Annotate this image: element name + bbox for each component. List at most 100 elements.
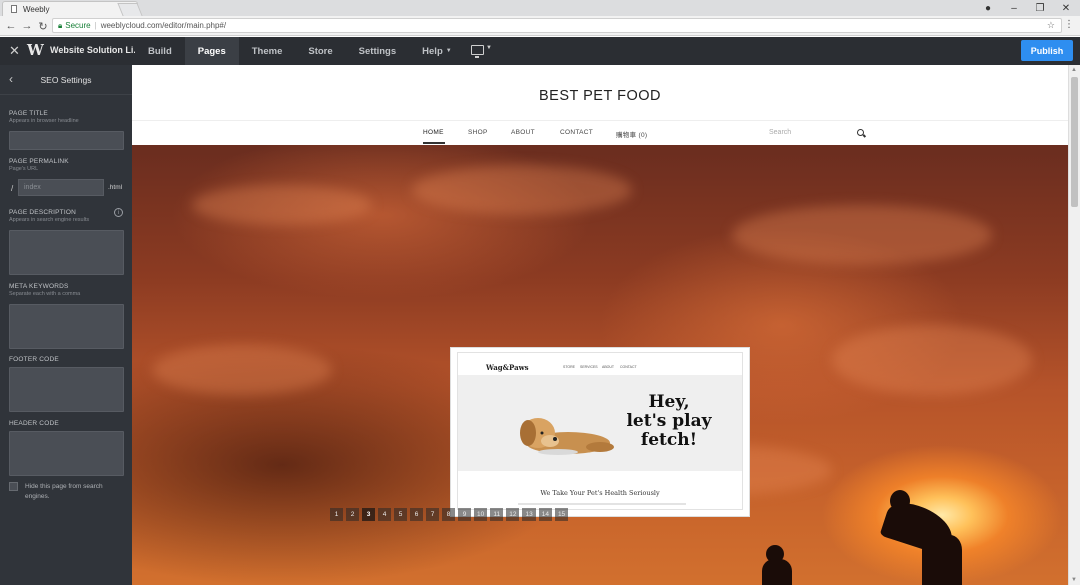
preview-scrollbar[interactable]: ▲ ▼ <box>1068 65 1080 585</box>
publish-button[interactable]: Publish <box>1021 40 1073 61</box>
weebly-logo-icon: W <box>27 41 44 59</box>
bookmark-star-icon[interactable]: ☆ <box>1047 20 1055 31</box>
pager-button-5[interactable]: 5 <box>394 508 407 521</box>
pager-button-7[interactable]: 7 <box>426 508 439 521</box>
close-window-icon[interactable]: ✕ <box>1053 0 1079 16</box>
site-nav-contact[interactable]: CONTACT <box>560 129 593 136</box>
hide-page-label: Hide this page from search engines. <box>25 483 103 500</box>
pager-button-8[interactable]: 8 <box>442 508 455 521</box>
permalink-hint: Page's URL <box>9 166 39 172</box>
slide-nav-item: STORE <box>563 365 575 369</box>
tab-store[interactable]: Store <box>295 37 345 65</box>
back-arrow-icon[interactable]: ← <box>4 18 18 34</box>
site-name[interactable]: Website Solution Li... <box>50 45 135 55</box>
pager-button-4[interactable]: 4 <box>378 508 391 521</box>
pager-button-12[interactable]: 12 <box>506 508 520 521</box>
minimize-icon[interactable]: – <box>1001 0 1027 16</box>
slide-pager: 1 2 3 4 5 6 7 8 9 10 11 12 13 14 15 <box>330 508 569 521</box>
slide-nav-item: ABOUT <box>602 365 615 369</box>
tab-help[interactable]: Help ▼ <box>409 37 465 65</box>
header-code-textarea[interactable] <box>9 431 124 476</box>
pager-button-1[interactable]: 1 <box>330 508 343 521</box>
slide-nav-item: SERVICES <box>580 365 598 369</box>
slide-thumbnail[interactable]: Wag&Paws STORE SERVICES ABOUT CONTACT He… <box>450 347 750 517</box>
page-title-input[interactable] <box>9 131 124 150</box>
pager-button-10[interactable]: 10 <box>474 508 488 521</box>
page-title-label: PAGE TITLE <box>9 110 48 117</box>
permalink-slash: / <box>11 184 14 193</box>
tab-settings[interactable]: Settings <box>346 37 409 65</box>
forward-arrow-icon[interactable]: → <box>20 18 34 34</box>
permalink-input[interactable]: index <box>18 179 104 196</box>
tab-build[interactable]: Build <box>135 37 185 65</box>
active-nav-underline <box>423 142 445 144</box>
adult-legs-silhouette <box>922 535 962 585</box>
page-icon <box>11 5 17 13</box>
new-tab-button[interactable] <box>117 3 143 16</box>
scrollbar-thumb[interactable] <box>1071 77 1078 207</box>
chevron-down-icon[interactable]: ▼ <box>486 45 492 51</box>
pager-button-6[interactable]: 6 <box>410 508 423 521</box>
tab-theme[interactable]: Theme <box>239 37 296 65</box>
lock-icon: 🔒︎ <box>58 20 63 30</box>
page-title-hint: Appears in browser headline <box>9 118 79 124</box>
header-code-label: HEADER CODE <box>9 420 59 427</box>
slide-frame: Wag&Paws STORE SERVICES ABOUT CONTACT He… <box>457 352 743 510</box>
page-title-field-label: PAGE TITLE Appears in browser headline <box>9 110 79 124</box>
pager-button-13[interactable]: 13 <box>522 508 536 521</box>
puppy-illustration <box>520 418 614 455</box>
restore-icon[interactable]: ❐ <box>1027 0 1053 16</box>
footer-code-label: FOOTER CODE <box>9 356 59 363</box>
permalink-field-label: PAGE PERMALINK Page's URL <box>9 158 69 172</box>
site-nav: HOME SHOP ABOUT CONTACT 購物車 (0) Search <box>132 120 1068 145</box>
desktop-preview-icon[interactable] <box>471 45 484 58</box>
secure-label: Secure <box>65 21 91 30</box>
footer-code-field-label: FOOTER CODE <box>9 356 59 363</box>
description-textarea[interactable] <box>9 230 124 275</box>
keywords-textarea[interactable] <box>9 304 124 349</box>
tab-pages[interactable]: Pages <box>184 37 239 65</box>
pager-button-2[interactable]: 2 <box>346 508 359 521</box>
pager-button-9[interactable]: 9 <box>458 508 471 521</box>
site-nav-shop[interactable]: SHOP <box>468 129 488 136</box>
site-title[interactable]: BEST PET FOOD <box>132 88 1068 104</box>
cloud-shape <box>412 165 632 215</box>
slide-headline-line: fetch! <box>640 430 698 450</box>
slide-tagline: We Take Your Pet's Health Seriously <box>540 489 660 497</box>
description-field-label: PAGE DESCRIPTION Appears in search engin… <box>9 209 89 223</box>
hero-banner[interactable]: Wag&Paws STORE SERVICES ABOUT CONTACT He… <box>132 145 1068 585</box>
pager-button-14[interactable]: 14 <box>538 508 552 521</box>
header-code-field-label: HEADER CODE <box>9 420 59 427</box>
scroll-down-arrow-icon[interactable]: ▼ <box>1071 577 1077 583</box>
slide-nav-item: CONTACT <box>620 365 637 369</box>
slide-headline-line: Hey, <box>648 392 690 412</box>
info-icon[interactable]: i <box>114 208 123 217</box>
cloud-shape <box>152 345 332 395</box>
pager-button-11[interactable]: 11 <box>490 508 504 521</box>
browser-menu-icon[interactable]: ⋮ <box>1064 19 1074 30</box>
hide-page-checkbox[interactable] <box>9 482 18 491</box>
site-preview: BEST PET FOOD HOME SHOP ABOUT CONTACT 購物… <box>132 65 1068 585</box>
cloud-shape <box>192 185 372 225</box>
site-nav-home[interactable]: HOME <box>423 129 444 136</box>
child-body-silhouette <box>762 559 792 585</box>
keywords-hint: Separate each with a comma <box>9 291 81 297</box>
reload-icon[interactable]: ↻ <box>36 18 50 34</box>
permalink-suffix: .html <box>108 184 123 191</box>
editor-nav: Build Pages Theme Store Settings Help ▼ <box>135 37 465 65</box>
permalink-label: PAGE PERMALINK <box>9 158 69 165</box>
browser-toolbar: ← → ↻ 🔒︎ Secure | weeblycloud.com/editor… <box>0 16 1080 36</box>
footer-code-textarea[interactable] <box>9 367 124 412</box>
search-icon[interactable] <box>857 129 864 136</box>
site-nav-cart[interactable]: 購物車 (0) <box>616 129 647 139</box>
site-search-input[interactable]: Search <box>769 129 791 136</box>
pager-button-3[interactable]: 3 <box>362 508 375 521</box>
site-nav-about[interactable]: ABOUT <box>511 129 535 136</box>
address-bar[interactable]: 🔒︎ Secure | weeblycloud.com/editor/main.… <box>52 18 1062 33</box>
scroll-up-arrow-icon[interactable]: ▲ <box>1071 67 1077 73</box>
profile-icon[interactable]: ● <box>975 0 1001 16</box>
chevron-down-icon: ▼ <box>445 48 452 54</box>
close-editor-icon[interactable]: ✕ <box>9 43 20 59</box>
pager-button-15[interactable]: 15 <box>554 508 569 521</box>
seo-settings-panel: ‹ SEO Settings PAGE TITLE Appears in bro… <box>0 65 132 585</box>
